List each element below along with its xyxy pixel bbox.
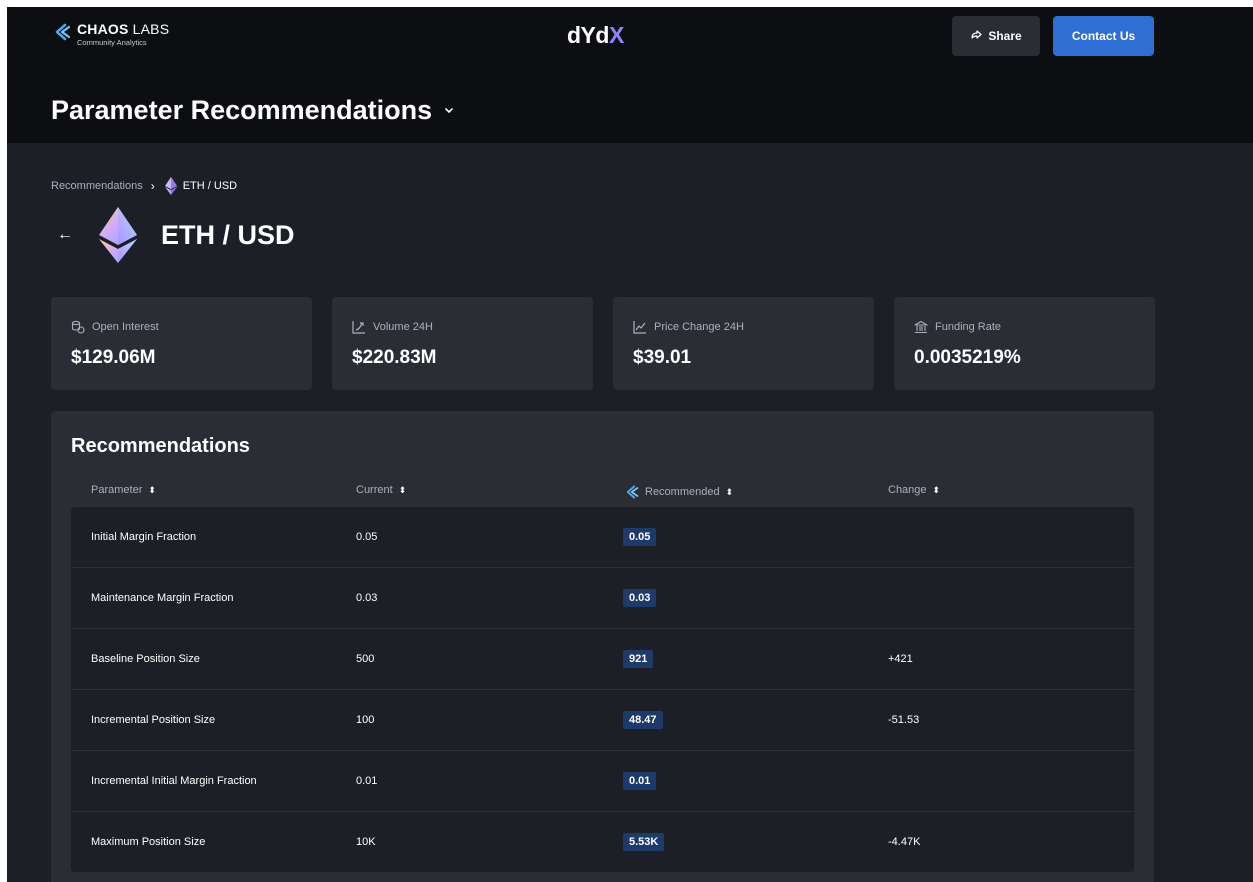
asset-title: ETH / USD — [161, 219, 295, 250]
cell-current: 500 — [356, 653, 375, 665]
recommendations-title: Recommendations — [71, 435, 250, 457]
table-row[interactable]: Incremental Position Size 100 48.47 -51.… — [71, 690, 1134, 751]
table-row[interactable]: Initial Margin Fraction 0.05 0.05 — [71, 507, 1134, 568]
recommended-badge: 921 — [623, 650, 654, 668]
chaos-labs-logo[interactable]: CHAOS LABS Community Analytics — [51, 21, 169, 47]
cell-parameter: Maintenance Margin Fraction — [91, 592, 234, 604]
table-row[interactable]: Incremental Initial Margin Fraction 0.01… — [71, 751, 1134, 812]
top-header: CHAOS LABS Community Analytics dYdX Shar… — [7, 7, 1253, 143]
dydx-logo: dYdX — [567, 22, 624, 48]
brand-name-rest: LABS — [132, 21, 170, 37]
back-arrow-icon[interactable]: ← — [57, 226, 73, 244]
stat-card-volume: Volume 24H $220.83M — [332, 297, 593, 390]
cell-parameter: Incremental Initial Margin Fraction — [91, 775, 257, 787]
recommended-badge: 0.03 — [623, 589, 657, 607]
column-header-parameter[interactable]: Parameter ⬍ — [91, 484, 156, 496]
cell-parameter: Baseline Position Size — [91, 653, 200, 665]
stat-label: Volume 24H — [373, 321, 433, 333]
column-header-change[interactable]: Change ⬍ — [888, 484, 940, 496]
breadcrumb-root-link[interactable]: Recommendations — [51, 180, 143, 192]
recommended-badge: 48.47 — [623, 711, 663, 729]
column-header-current[interactable]: Current ⬍ — [356, 484, 406, 496]
recommended-badge: 0.05 — [623, 528, 657, 546]
cell-current: 10K — [356, 836, 376, 848]
cell-current: 100 — [356, 714, 375, 726]
cell-parameter: Initial Margin Fraction — [91, 531, 197, 543]
ethereum-large-icon — [99, 207, 137, 263]
cell-parameter: Incremental Position Size — [91, 714, 216, 726]
stat-label: Open Interest — [92, 321, 159, 333]
chevron-right-icon: › — [150, 179, 155, 193]
stat-value: $220.83M — [352, 347, 437, 368]
recommendations-panel: Recommendations Parameter ⬍ Current ⬍ Re… — [51, 411, 1154, 882]
cell-change: -51.53 — [888, 714, 920, 726]
recommended-badge: 0.01 — [623, 772, 657, 790]
brand-subtitle: Community Analytics — [77, 38, 147, 47]
stat-card-price-change: Price Change 24H $39.01 — [613, 297, 874, 390]
stat-card-open-interest: Open Interest $129.06M — [51, 297, 312, 390]
price-chart-icon — [633, 321, 646, 334]
ethereum-icon — [164, 177, 177, 195]
page-title-dropdown[interactable]: Parameter Recommendations — [51, 95, 454, 126]
cell-current: 0.01 — [356, 775, 378, 787]
volume-icon — [352, 321, 365, 334]
sort-icon: ⬍ — [398, 484, 407, 495]
stat-value: $129.06M — [71, 347, 156, 368]
sort-icon: ⬍ — [932, 484, 941, 495]
chevron-down-icon — [445, 107, 453, 113]
breadcrumb-current: ETH / USD — [182, 180, 238, 192]
cell-current: 0.05 — [356, 531, 378, 543]
cell-parameter: Maximum Position Size — [91, 836, 206, 848]
recommended-badge: 5.53K — [623, 833, 665, 851]
chaos-labs-logo-icon — [626, 485, 639, 499]
app-window: CHAOS LABS Community Analytics dYdX Shar… — [7, 7, 1253, 882]
column-header-recommended[interactable]: Recommended ⬍ — [623, 484, 733, 500]
brand-name-bold: CHAOS — [77, 21, 129, 37]
page-title: Parameter Recommendations — [51, 95, 433, 125]
breadcrumb: Recommendations › ETH / USD — [51, 177, 237, 195]
stat-value: $39.01 — [633, 347, 692, 368]
sort-icon: ⬍ — [725, 486, 734, 497]
cell-change: -4.47K — [888, 836, 921, 848]
stat-label: Price Change 24H — [654, 321, 744, 333]
table-row[interactable]: Maximum Position Size 10K 5.53K -4.47K — [71, 812, 1134, 872]
share-label: Share — [988, 29, 1022, 43]
sort-icon: ⬍ — [148, 484, 156, 495]
recommendations-table: Initial Margin Fraction 0.05 0.05 Mainte… — [71, 507, 1134, 872]
share-button[interactable]: Share — [952, 16, 1040, 56]
chaos-labs-logo-icon — [55, 23, 71, 41]
share-icon — [971, 30, 982, 39]
asset-heading: ← ETH / USD — [57, 207, 295, 263]
bank-icon — [914, 320, 928, 334]
coins-icon — [71, 320, 85, 334]
cell-change: +421 — [888, 653, 913, 665]
stat-card-funding-rate: Funding Rate 0.0035219% — [894, 297, 1155, 390]
stat-label: Funding Rate — [935, 321, 1002, 333]
cell-current: 0.03 — [356, 592, 378, 604]
table-row[interactable]: Maintenance Margin Fraction 0.03 0.03 — [71, 568, 1134, 629]
table-row[interactable]: Baseline Position Size 500 921 +421 — [71, 629, 1134, 690]
contact-us-button[interactable]: Contact Us — [1053, 16, 1154, 56]
stat-value: 0.0035219% — [914, 347, 1021, 368]
